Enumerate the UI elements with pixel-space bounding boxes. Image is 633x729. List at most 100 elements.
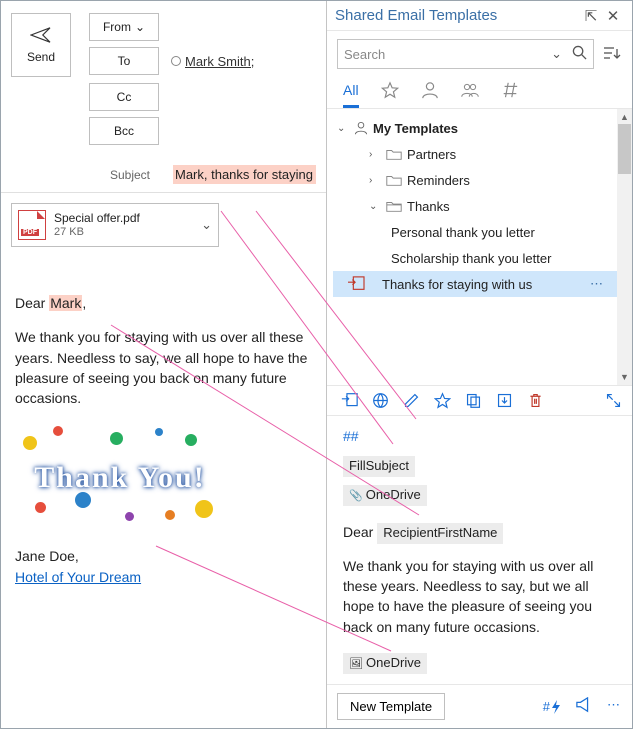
new-template-button[interactable]: New Template — [337, 693, 445, 720]
pdf-icon — [18, 210, 46, 240]
sort-icon[interactable] — [602, 45, 622, 64]
person-icon — [354, 121, 368, 135]
attachment-chip[interactable]: OneDrive — [343, 485, 427, 506]
delete-button[interactable] — [527, 392, 544, 409]
favorite-button[interactable] — [434, 392, 451, 409]
greeting-name: Mark — [49, 295, 82, 311]
search-icon[interactable] — [572, 45, 587, 63]
fill-subject-chip[interactable]: FillSubject — [343, 456, 415, 477]
compose-pane: Send From ⌄ To Mark Smith; — [1, 1, 327, 728]
subject-label: Subject — [95, 168, 165, 182]
copy-button[interactable] — [465, 392, 482, 409]
subject-row: Subject Mark, thanks for staying — [95, 165, 316, 184]
scroll-up-icon[interactable]: ▲ — [617, 109, 632, 124]
search-row: Search ⌄ — [327, 31, 632, 77]
insert-button[interactable] — [341, 392, 358, 409]
cc-button[interactable]: Cc — [89, 83, 159, 111]
more-icon[interactable]: ⋯ — [590, 276, 605, 292]
more-icon[interactable]: ⋯ — [607, 697, 622, 716]
attachment-size: 27 KB — [54, 225, 140, 239]
bcc-label: Bcc — [114, 124, 134, 138]
presence-icon — [171, 56, 181, 66]
app-root: Send From ⌄ To Mark Smith; — [0, 0, 633, 729]
star-icon — [381, 81, 399, 99]
attachment-chip[interactable]: Special offer.pdf 27 KB ⌄ — [11, 203, 219, 247]
greeting-suffix: , — [82, 295, 86, 311]
bcc-button[interactable]: Bcc — [89, 117, 159, 145]
hash-bolt-icon[interactable]: # — [543, 697, 561, 716]
caret-down-icon: ⌄ — [369, 201, 381, 212]
template-preview: ## FillSubject OneDrive Dear RecipientFi… — [327, 416, 632, 684]
recipient-macro-chip[interactable]: RecipientFirstName — [377, 523, 503, 544]
announce-icon[interactable] — [575, 697, 593, 716]
template-label: Scholarship thank you letter — [391, 251, 551, 266]
tree-folder-partners[interactable]: › Partners — [333, 141, 617, 167]
search-input[interactable]: Search ⌄ — [337, 39, 594, 69]
preview-body: We thank you for staying with us over al… — [343, 556, 616, 637]
tab-personal[interactable] — [421, 77, 439, 108]
image-chip[interactable]: OneDrive — [343, 653, 427, 674]
export-button[interactable] — [496, 392, 513, 409]
from-button[interactable]: From ⌄ — [89, 13, 159, 41]
bcc-value[interactable] — [167, 117, 316, 145]
caret-down-icon: ⌄ — [337, 123, 349, 134]
cc-value[interactable] — [167, 83, 316, 111]
expand-button[interactable] — [605, 392, 622, 409]
greeting-prefix: Dear — [343, 524, 377, 540]
tab-tags[interactable] — [501, 77, 519, 108]
footer-icons: # ⋯ — [543, 697, 622, 716]
scroll-thumb[interactable] — [618, 124, 631, 174]
tree-folder-thanks[interactable]: ⌄ Thanks — [333, 193, 617, 219]
hash-icon — [501, 81, 519, 99]
caret-right-icon: › — [369, 175, 381, 186]
cc-label: Cc — [117, 90, 132, 104]
search-placeholder: Search — [344, 47, 551, 62]
template-item[interactable]: Personal thank you letter — [333, 219, 617, 245]
folder-label: Partners — [407, 147, 456, 162]
send-button[interactable]: Send — [11, 13, 71, 77]
panel-title: Shared Email Templates — [335, 7, 580, 24]
folder-label: Reminders — [407, 173, 470, 188]
template-toolbar — [327, 385, 632, 416]
scroll-down-icon[interactable]: ▼ — [617, 370, 632, 385]
chevron-down-icon[interactable]: ⌄ — [551, 46, 562, 62]
divider — [1, 192, 326, 193]
to-value[interactable]: Mark Smith; — [167, 47, 316, 75]
tab-all[interactable]: All — [343, 77, 359, 108]
signature-name: Jane Doe, — [15, 546, 312, 566]
folder-open-icon — [386, 200, 402, 213]
signature-link[interactable]: Hotel of Your Dream — [15, 569, 141, 585]
hash-label: # — [543, 699, 550, 714]
globe-button[interactable] — [372, 392, 389, 409]
template-tree: ⌄ My Templates › Partners › Reminders ⌄ — [327, 109, 617, 385]
tree-root[interactable]: ⌄ My Templates — [333, 115, 617, 141]
message-body[interactable]: Dear Mark, We thank you for staying with… — [1, 257, 326, 728]
preview-greeting: Dear RecipientFirstName — [343, 522, 616, 544]
recipient-chip[interactable]: Mark Smith; — [171, 54, 254, 69]
tab-all-label: All — [343, 82, 359, 98]
greeting-line: Dear Mark, — [15, 293, 312, 313]
folder-icon — [386, 148, 402, 161]
tab-bar: All — [327, 77, 632, 109]
close-icon[interactable]: ✕ — [602, 7, 624, 25]
edit-button[interactable] — [403, 392, 420, 409]
tree-folder-reminders[interactable]: › Reminders — [333, 167, 617, 193]
chevron-down-icon[interactable]: ⌄ — [201, 217, 212, 233]
template-item-selected[interactable]: Thanks for staying with us ⋯ — [333, 271, 617, 297]
greeting-prefix: Dear — [15, 295, 49, 311]
template-item[interactable]: Scholarship thank you letter — [333, 245, 617, 271]
attachment-name: Special offer.pdf — [54, 211, 140, 225]
pin-icon[interactable]: ⇱ — [580, 7, 602, 25]
tab-team[interactable] — [461, 77, 479, 108]
tree-scrollbar[interactable]: ▲ ▼ — [617, 109, 632, 385]
to-button[interactable]: To — [89, 47, 159, 75]
folder-icon — [386, 174, 402, 187]
subject-input[interactable]: Mark, thanks for staying — [173, 165, 316, 184]
from-value[interactable] — [167, 13, 316, 41]
caret-right-icon: › — [369, 149, 381, 160]
tab-favorites[interactable] — [381, 77, 399, 108]
from-label: From — [103, 20, 131, 34]
people-icon — [461, 81, 479, 99]
template-label: Thanks for staying with us — [382, 277, 532, 292]
folder-label: Thanks — [407, 199, 450, 214]
